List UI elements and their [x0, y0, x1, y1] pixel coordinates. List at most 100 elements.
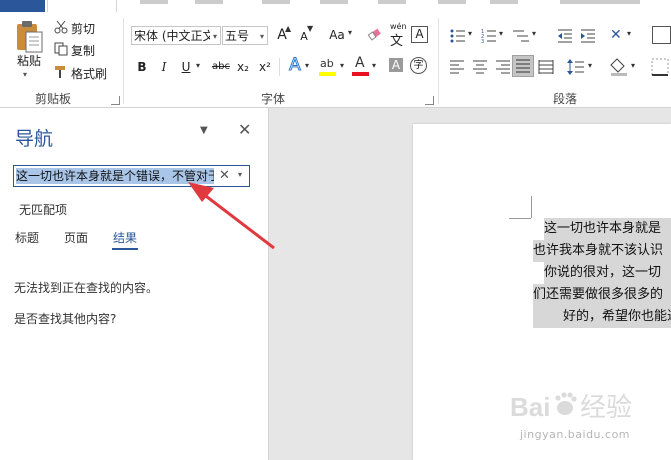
chinese-layout-icon[interactable]: ✕ — [610, 27, 622, 43]
font-name-combo[interactable]: 宋体 (中文正文) ▾ — [131, 26, 221, 45]
chevron-down-icon[interactable]: ▾ — [348, 28, 352, 37]
caret-down-icon: ▼ — [307, 24, 314, 33]
tab-review[interactable] — [438, 0, 466, 4]
tab-results[interactable]: 结果 — [113, 229, 137, 246]
doc-line[interactable]: 也许我本身就不该认识 — [533, 240, 671, 262]
justify-icon — [516, 59, 530, 73]
doc-line[interactable]: 你说的很对，这一切 — [544, 262, 671, 284]
shading-icon[interactable] — [609, 57, 629, 80]
enclose-char-button[interactable]: 字 — [410, 57, 427, 74]
strikethrough-button[interactable]: abc — [209, 58, 233, 76]
text-effect-button[interactable]: A — [286, 56, 304, 75]
doc-line[interactable]: 们还需要做很多很多的 — [533, 284, 671, 306]
tab-pages[interactable]: 页面 — [64, 229, 88, 246]
not-found-message: 无法找到正在查找的内容。 — [14, 281, 159, 295]
close-icon[interactable]: ✕ — [238, 120, 251, 139]
align-left-icon[interactable] — [449, 60, 465, 77]
align-center-icon[interactable] — [472, 60, 488, 77]
crop-mark — [509, 218, 531, 219]
tab-insert[interactable] — [140, 0, 168, 4]
clear-format-icon[interactable] — [366, 25, 384, 46]
subscript-button[interactable]: x₂ — [234, 58, 252, 76]
underline-button[interactable]: U — [177, 58, 195, 76]
copy-button[interactable]: 复制 — [71, 42, 95, 59]
chevron-down-icon[interactable]: ▾ — [305, 61, 309, 70]
cut-button[interactable]: 剪切 — [71, 20, 95, 37]
tab-file[interactable] — [0, 0, 45, 12]
divider — [279, 58, 280, 76]
italic-button[interactable]: I — [155, 58, 173, 76]
numbering-icon[interactable]: 123 — [481, 28, 497, 47]
char-border-button[interactable]: A — [411, 26, 428, 43]
nav-pane-options-icon[interactable]: ▼ — [200, 125, 208, 136]
highlight-color-swatch — [319, 72, 336, 76]
borders-icon[interactable] — [651, 58, 669, 79]
watermark-url: jingyan.baidu.com — [520, 428, 631, 441]
chevron-down-icon[interactable]: ▾ — [588, 61, 592, 70]
font-launcher-icon[interactable] — [425, 96, 434, 105]
paste-dropdown-icon[interactable]: ▾ — [23, 70, 27, 79]
find-other-prompt: 是否查找其他内容? — [14, 312, 117, 326]
clipboard-group-label: 剪贴板 — [35, 92, 72, 106]
format-painter-icon[interactable] — [54, 65, 68, 82]
annotation-arrow-icon — [180, 170, 290, 260]
bold-button[interactable]: B — [133, 58, 151, 76]
font-color-swatch — [352, 72, 369, 76]
justify-button[interactable] — [512, 55, 534, 77]
highlight-label: ab — [320, 57, 334, 70]
highlight-button[interactable]: ab — [318, 55, 338, 77]
chevron-down-icon[interactable]: ▾ — [499, 29, 503, 38]
svg-text:3: 3 — [481, 39, 484, 44]
line-spacing-icon[interactable] — [567, 58, 585, 79]
tab-references[interactable] — [320, 0, 348, 4]
font-group-label: 字体 — [261, 92, 286, 106]
tab-view[interactable] — [490, 0, 518, 4]
no-match-text: 无匹配项 — [19, 203, 68, 217]
phonetic-guide-icon[interactable]: 文 — [390, 30, 403, 49]
multilevel-list-icon[interactable] — [512, 28, 530, 47]
group-separator — [438, 18, 439, 104]
tab-mailings[interactable] — [378, 0, 406, 4]
doc-line[interactable]: 这一切也许本身就是 — [544, 218, 671, 240]
paste-icon[interactable] — [14, 20, 44, 54]
format-painter-button[interactable]: 格式刷 — [71, 65, 107, 82]
change-case-button[interactable]: Aa — [325, 26, 349, 44]
chevron-down-icon[interactable]: ▾ — [532, 29, 536, 38]
clipboard-launcher-icon[interactable] — [111, 96, 120, 105]
chevron-down-icon[interactable]: ▾ — [372, 61, 376, 70]
char-shading-button[interactable]: A — [389, 58, 403, 72]
crop-mark — [531, 196, 532, 218]
tab-design[interactable] — [195, 0, 223, 4]
distributed-icon[interactable] — [538, 60, 554, 77]
svg-text:Bai: Bai — [510, 392, 550, 422]
group-separator — [123, 18, 124, 104]
chevron-down-icon: ▾ — [212, 32, 217, 41]
tab-layout[interactable] — [262, 0, 290, 4]
chevron-down-icon[interactable]: ▾ — [340, 61, 344, 70]
chevron-down-icon[interactable]: ▾ — [631, 61, 635, 70]
paste-button[interactable]: 粘贴 — [17, 52, 41, 69]
cut-icon[interactable] — [54, 20, 68, 37]
align-right-icon[interactable] — [495, 60, 511, 77]
font-name-value: 宋体 (中文正文) — [134, 29, 210, 43]
tab-headings[interactable]: 标题 — [15, 229, 39, 246]
font-color-label: A — [355, 55, 365, 71]
font-color-button[interactable]: A — [351, 55, 371, 77]
tab-tell-me[interactable] — [560, 0, 640, 4]
svg-text:经验: 经验 — [580, 393, 632, 423]
copy-icon[interactable] — [54, 42, 68, 59]
superscript-button[interactable]: x² — [256, 58, 274, 76]
tab-home[interactable] — [47, 0, 117, 12]
doc-line[interactable]: 好的，希望你也能过 — [533, 306, 671, 328]
bullets-icon[interactable] — [450, 28, 466, 47]
decrease-indent-icon[interactable] — [557, 28, 573, 47]
active-tab-indicator — [112, 248, 138, 250]
font-size-combo[interactable]: 五号 ▾ — [222, 26, 268, 45]
chevron-down-icon[interactable]: ▾ — [468, 29, 472, 38]
increase-indent-icon[interactable] — [580, 28, 596, 47]
chevron-down-icon[interactable]: ▾ — [196, 61, 200, 70]
char-scaling-icon[interactable] — [652, 26, 671, 44]
paragraph-group-label: 段落 — [553, 92, 578, 106]
chevron-down-icon: ▾ — [259, 32, 264, 41]
chevron-down-icon[interactable]: ▾ — [627, 29, 631, 38]
